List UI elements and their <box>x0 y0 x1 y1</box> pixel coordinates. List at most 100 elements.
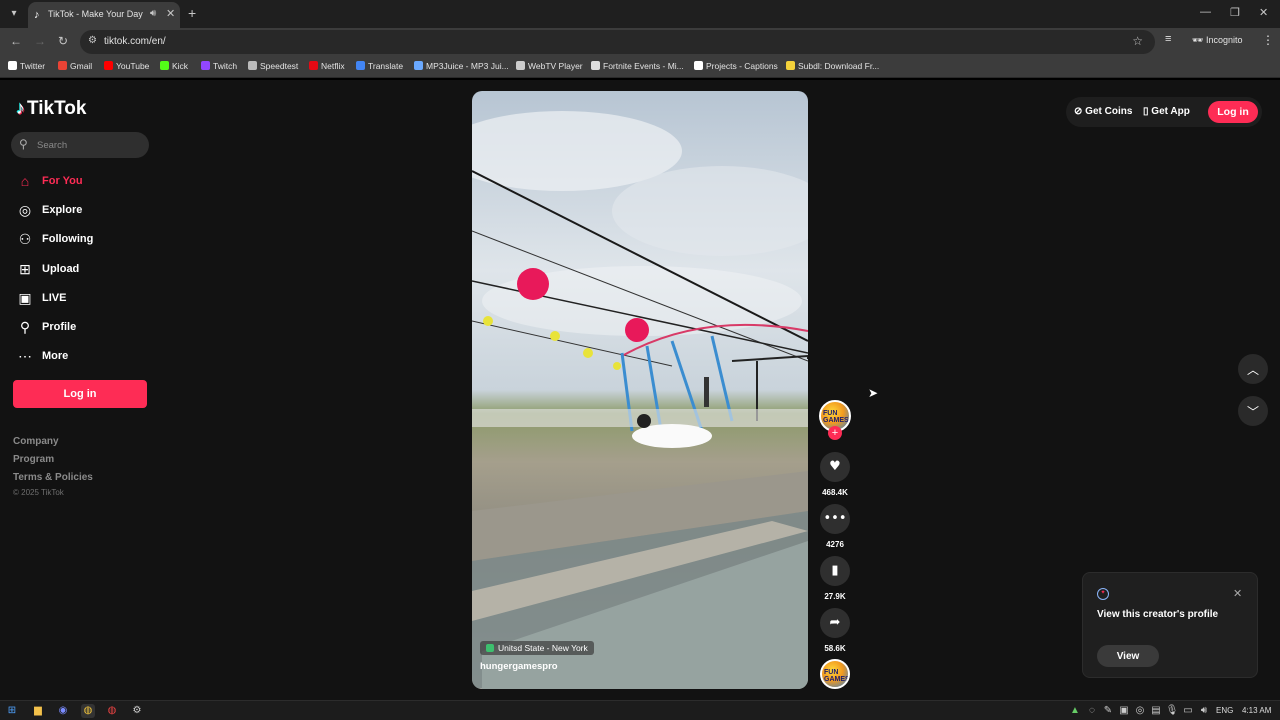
bookmark-netflix[interactable]: Netflix <box>309 61 345 71</box>
bookmark-youtube[interactable]: YouTube <box>104 61 149 71</box>
restore-icon[interactable]: ❐ <box>1230 6 1240 19</box>
nav-item-live[interactable]: ▣ LIVE <box>14 289 154 309</box>
bookmark-subdl-download-fr[interactable]: Subdl: Download Fr... <box>786 61 879 71</box>
comment-count: 4276 <box>826 540 844 549</box>
search-input[interactable] <box>37 137 142 153</box>
nav-item-more[interactable]: ⋯ More <box>14 347 154 367</box>
get-app-link[interactable]: ▯ Get App <box>1143 106 1190 117</box>
close-window-icon[interactable]: ✕ <box>1259 6 1268 19</box>
tab-close-icon[interactable]: ✕ <box>166 7 175 20</box>
clock[interactable]: 4:13 AM <box>1242 706 1271 715</box>
browser-tab-strip: ▾ ♪ TikTok - Make Your Day 🔊︎ ✕ + — ❐ ✕ <box>0 0 1280 28</box>
nav-item-for-you[interactable]: ⌂ For You <box>14 172 154 192</box>
header-login-button[interactable]: Log in <box>1208 101 1258 123</box>
browser-menu-icon[interactable]: ⋮ <box>1262 33 1274 47</box>
nav-label: Explore <box>42 204 83 216</box>
video-player[interactable]: Unitsd State - New York hungergamespro <box>472 91 808 689</box>
save-button[interactable]: ▮ <box>820 556 850 586</box>
location-pin-icon <box>486 644 494 652</box>
settings-taskbar-icon[interactable]: ⚙ <box>130 704 144 718</box>
bookmark-speedtest[interactable]: Speedtest <box>248 61 298 71</box>
video-frame-illustration <box>472 111 808 689</box>
minimize-icon[interactable]: — <box>1200 6 1211 18</box>
popup-close-icon[interactable]: ✕ <box>1233 587 1242 600</box>
bookmark-icon: ▮ <box>831 563 839 578</box>
language-indicator[interactable]: ENG <box>1216 706 1233 715</box>
get-coins-link[interactable]: ⊘ Get Coins <box>1074 106 1132 117</box>
windows-start-icon[interactable]: ⊞ <box>5 704 19 718</box>
comment-button[interactable]: ••• <box>820 504 850 534</box>
microphone-tray-icon[interactable]: 🎙︎ <box>1165 704 1179 718</box>
discord-icon[interactable]: ◉ <box>56 704 70 718</box>
creator-profile-popup: ✦ ✕ View this creator's profile View <box>1082 572 1258 678</box>
bookmark-label: Translate <box>368 61 404 71</box>
file-explorer-icon[interactable]: ▆ <box>31 704 45 718</box>
bookmark-kick[interactable]: Kick <box>160 61 188 71</box>
search-box[interactable]: ⚲ <box>11 132 149 158</box>
live-icon: ▣ <box>18 290 32 306</box>
chrome-incognito-taskbar-icon[interactable]: ◍ <box>105 704 119 718</box>
coin-icon: ⊘ <box>1074 106 1083 117</box>
footer-link-company[interactable]: Company <box>13 436 59 447</box>
like-button[interactable]: ♥ <box>820 452 850 482</box>
site-info-icon[interactable]: ⚙ <box>88 35 97 46</box>
previous-video-button[interactable]: ︿ <box>1238 354 1268 384</box>
view-profile-button[interactable]: View <box>1097 645 1159 667</box>
sidebar-login-button[interactable]: Log in <box>13 380 147 408</box>
bookmark-favicon-icon <box>104 61 113 70</box>
tray-icon-2[interactable]: ✎ <box>1101 704 1115 718</box>
bookmark-fortnite-events-mi[interactable]: Fortnite Events - Mi... <box>591 61 684 71</box>
avatar-text: FUN GAMES <box>823 410 849 424</box>
back-icon[interactable]: ← <box>10 34 22 48</box>
location-badge[interactable]: Unitsd State - New York <box>480 641 594 655</box>
bookmark-star-icon[interactable]: ☆ <box>1132 34 1143 48</box>
nav-label: Following <box>42 233 94 245</box>
bookmark-translate[interactable]: Translate <box>356 61 403 71</box>
bookmark-twitter[interactable]: Twitter <box>8 61 45 71</box>
footer-link-program[interactable]: Program <box>13 454 54 465</box>
incognito-label: Incognito <box>1205 35 1243 45</box>
address-bar[interactable]: ⚙ tiktok.com/en/ ☆ <box>80 30 1155 54</box>
nav-item-explore[interactable]: ◎ Explore <box>14 201 154 221</box>
next-video-button[interactable]: ﹀ <box>1238 396 1268 426</box>
bookmark-webtv-player[interactable]: WebTV Player <box>516 61 583 71</box>
upload-icon: ⊞ <box>19 261 31 277</box>
reload-icon[interactable]: ↻ <box>58 34 68 48</box>
share-button[interactable]: ➦ <box>820 608 850 638</box>
tray-icon-4[interactable]: ◎ <box>1133 704 1147 718</box>
bookmark-favicon-icon <box>591 61 600 70</box>
volume-tray-icon[interactable]: 🔊︎ <box>1197 704 1211 718</box>
forward-icon[interactable]: → <box>34 34 46 48</box>
bookmark-projects-captions[interactable]: Projects - Captions <box>694 61 778 71</box>
tray-icon-3[interactable]: ▣ <box>1117 704 1131 718</box>
heart-icon: ♥ <box>829 459 841 474</box>
nav-item-upload[interactable]: ⊞ Upload <box>14 260 154 280</box>
bookmark-favicon-icon <box>516 61 525 70</box>
bookmark-mp3juice-mp3-jui[interactable]: MP3Juice - MP3 Jui... <box>414 61 509 71</box>
nav-label: Profile <box>42 321 77 333</box>
new-tab-icon[interactable]: + <box>188 5 196 21</box>
tiktok-logo[interactable]: ♪ TikTok <box>16 98 86 120</box>
chrome-taskbar-icon[interactable]: ◍ <box>81 704 95 718</box>
footer-link-terms[interactable]: Terms & Policies <box>13 472 93 483</box>
tab-search-icon[interactable]: ▾ <box>6 6 22 22</box>
music-disc-avatar[interactable]: FUN GAMES <box>820 659 850 689</box>
bookmark-gmail[interactable]: Gmail <box>58 61 92 71</box>
browser-tab[interactable]: ♪ TikTok - Make Your Day 🔊︎ ✕ <box>28 2 180 28</box>
nav-item-following[interactable]: ⚇ Following <box>14 230 154 250</box>
get-app-label: Get App <box>1151 106 1190 117</box>
network-tray-icon[interactable]: ▭ <box>1181 704 1195 718</box>
tray-icon-1[interactable]: ◌ <box>1085 704 1099 718</box>
nvidia-tray-icon[interactable]: ▲ <box>1068 704 1082 718</box>
incognito-badge[interactable]: 🕶︎ Incognito <box>1192 35 1242 46</box>
media-controls-icon[interactable]: ≡ <box>1165 33 1171 45</box>
nav-item-profile[interactable]: ⚲ Profile <box>14 318 154 338</box>
bookmark-twitch[interactable]: Twitch <box>201 61 237 71</box>
video-author[interactable]: hungergamespro <box>480 661 558 672</box>
speaker-icon[interactable]: 🔊︎ <box>150 8 156 19</box>
tray-icon-5[interactable]: ▤ <box>1149 704 1163 718</box>
popup-text: View this creator's profile <box>1097 609 1219 620</box>
phone-icon: ▯ <box>1143 106 1149 117</box>
follow-plus-icon[interactable]: + <box>828 426 842 440</box>
bookmarks-bar: Twitter Gmail YouTube Kick Twitch Speedtest Ne… <box>0 56 1280 78</box>
